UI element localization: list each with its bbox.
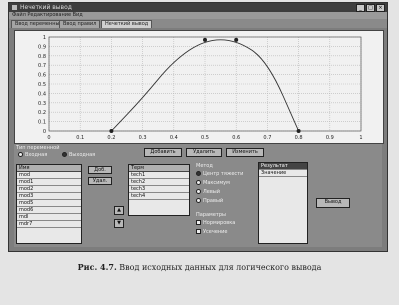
x-tick-label: 0.4: [170, 135, 178, 141]
terms-list[interactable]: Терм tech1 tech2 tech3 tech4: [128, 164, 190, 216]
y-tick-label: 0.5: [38, 82, 46, 88]
data-point: [296, 129, 301, 133]
y-tick-label: 0.9: [38, 44, 46, 50]
option-checkbox-label: Нормировка: [203, 220, 236, 226]
radio-input[interactable]: [18, 152, 23, 157]
window-title: Нечеткий вывод: [20, 4, 72, 11]
list-item[interactable]: mod1: [17, 179, 81, 186]
terms-list-header: Терм: [129, 165, 189, 172]
result-list[interactable]: Результат Значение: [258, 162, 308, 244]
list-item[interactable]: tech1: [129, 172, 189, 179]
method-radio-label: Максимум: [203, 180, 230, 186]
data-point: [203, 37, 207, 42]
list-item[interactable]: tech4: [129, 193, 189, 200]
method-radio-label: Центр тяжести: [203, 171, 244, 177]
variables-list-header: Имя: [17, 165, 81, 172]
y-tick-label: 0.6: [38, 73, 46, 79]
list-item[interactable]: tech3: [129, 186, 189, 193]
variables-list[interactable]: Имя mod mod1 mod2 mod3 mod5 mod6 mdl mdr7: [16, 164, 82, 244]
variable-type-label: Тип переменной: [16, 145, 60, 151]
method-radio[interactable]: [196, 189, 201, 194]
edit-button[interactable]: Изменить: [226, 148, 264, 157]
method-radio-label: Левый: [203, 189, 220, 195]
caption-label: Рис. 4.7.: [77, 262, 117, 272]
data-point: [109, 129, 114, 133]
x-tick-label: 1: [359, 135, 362, 141]
x-tick-label: 0.3: [139, 135, 147, 141]
menu-bar[interactable]: Файл Редактирование Вид: [9, 12, 387, 19]
method-radio-label: Правый: [203, 198, 224, 204]
x-tick-label: 0.5: [201, 135, 209, 141]
x-tick-label: 0.9: [326, 135, 334, 141]
list-item[interactable]: mdr7: [17, 221, 81, 228]
option-checkbox[interactable]: [196, 220, 201, 225]
app-window: Нечеткий вывод _ □ × Файл Редактирование…: [8, 2, 388, 252]
radio-output-label: Выходная: [69, 152, 96, 158]
option-checkbox[interactable]: [196, 229, 201, 234]
y-tick-label: 0: [43, 129, 46, 135]
list-item[interactable]: mod2: [17, 186, 81, 193]
tab-rules[interactable]: Ввод правил: [59, 20, 101, 28]
list-item[interactable]: mod6: [17, 207, 81, 214]
x-tick-label: 0.2: [107, 135, 115, 141]
figure-caption: Рис. 4.7. Ввод исходных данных для логич…: [0, 262, 399, 272]
tab-strip: Ввод переменных Ввод правил Нечеткий выв…: [9, 19, 387, 28]
caption-text: Ввод исходных данных для логического выв…: [119, 263, 322, 272]
y-tick-label: 0.1: [38, 120, 46, 126]
list-item[interactable]: Результат: [259, 163, 307, 170]
y-tick-label: 1: [43, 35, 46, 41]
add-button[interactable]: Добавить: [144, 148, 182, 157]
chart-svg: 0 0.1 0.2 0.3 0.4 0.5 0.6 0.7 0.8 0.9 1 0 0.1 0.2 0.3 0…: [38, 35, 363, 141]
option-checkbox-label: Усечение: [203, 229, 228, 235]
x-tick-label: 0.8: [295, 135, 303, 141]
delete-variable-button[interactable]: Удал.: [88, 177, 112, 185]
add-variable-button[interactable]: Доб.: [88, 166, 112, 174]
maximize-icon[interactable]: □: [366, 4, 375, 12]
list-item[interactable]: Значение: [259, 170, 307, 177]
y-tick-label: 0.7: [38, 63, 46, 69]
x-tick-label: 0.1: [76, 135, 84, 141]
controls-panel: Тип переменной Входная Выходная Добавить…: [14, 144, 382, 247]
options-label: Параметры: [196, 212, 226, 218]
y-tick-label: 0.3: [38, 101, 46, 107]
list-item[interactable]: tech2: [129, 179, 189, 186]
data-point: [234, 37, 239, 42]
move-up-button[interactable]: ▲: [114, 206, 124, 215]
list-item[interactable]: mod3: [17, 193, 81, 200]
method-label: Метод: [196, 163, 213, 169]
method-radio[interactable]: [196, 171, 201, 176]
list-item[interactable]: mod5: [17, 200, 81, 207]
radio-output[interactable]: [62, 152, 67, 157]
title-bar: Нечеткий вывод _ □ ×: [9, 3, 387, 12]
move-down-button[interactable]: ▼: [114, 219, 124, 228]
app-icon: [12, 5, 17, 10]
membership-chart: 0 0.1 0.2 0.3 0.4 0.5 0.6 0.7 0.8 0.9 1 0 0.1 0.2 0.3 0…: [14, 30, 384, 144]
radio-input-label: Входная: [25, 152, 48, 158]
tab-inference[interactable]: Нечеткий вывод: [101, 20, 153, 28]
x-tick-label: 0.6: [232, 135, 240, 141]
list-item[interactable]: mdl: [17, 214, 81, 221]
minimize-icon[interactable]: _: [356, 4, 365, 12]
list-item[interactable]: mod: [17, 172, 81, 179]
close-icon[interactable]: ×: [376, 4, 385, 12]
x-tick-label: 0.7: [263, 135, 271, 141]
method-radio[interactable]: [196, 198, 201, 203]
y-tick-label: 0.2: [38, 110, 46, 116]
calculate-button[interactable]: Вывод: [316, 198, 350, 208]
y-tick-label: 0.8: [38, 54, 46, 60]
delete-button[interactable]: Удалить: [186, 148, 222, 157]
method-radio[interactable]: [196, 180, 201, 185]
x-tick-label: 0: [47, 135, 50, 141]
y-tick-label: 0.4: [38, 91, 46, 97]
